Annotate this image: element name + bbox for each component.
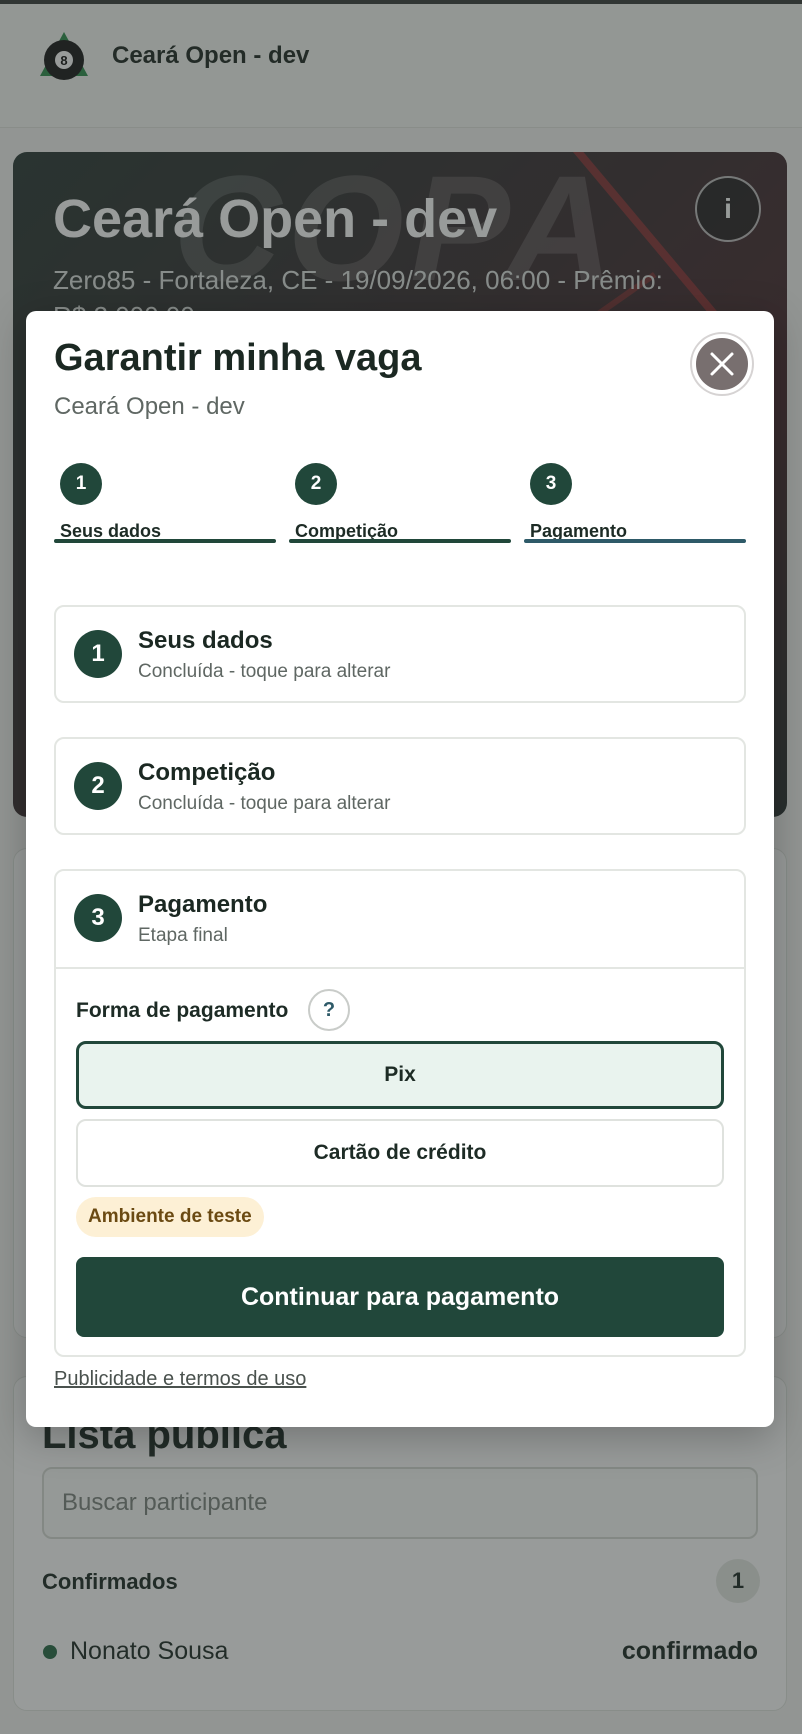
close-button[interactable]: [692, 334, 752, 394]
section-number: 1: [74, 630, 122, 678]
step-competicao[interactable]: 2 Competição: [289, 463, 511, 543]
step-number: 1: [60, 463, 102, 505]
step-number: 3: [530, 463, 572, 505]
close-icon: [710, 352, 734, 376]
stepper: 1 Seus dados 2 Competição 3 Pagamento: [54, 463, 746, 543]
step-seus-dados[interactable]: 1 Seus dados: [54, 463, 276, 543]
step-number: 2: [295, 463, 337, 505]
divider: [56, 967, 744, 969]
payment-option-pix[interactable]: Pix: [76, 1041, 724, 1109]
test-environment-badge: Ambiente de teste: [76, 1197, 264, 1237]
section-number: 2: [74, 762, 122, 810]
section-competicao[interactable]: 2 Competição Concluída - toque para alte…: [54, 737, 746, 835]
section-status: Concluída - toque para alterar: [138, 793, 391, 814]
section-pagamento: 3 Pagamento Etapa final Forma de pagamen…: [54, 869, 746, 1357]
section-status: Etapa final: [138, 925, 228, 946]
section-seus-dados[interactable]: 1 Seus dados Concluída - toque para alte…: [54, 605, 746, 703]
modal-title: Garantir minha vaga: [54, 337, 422, 379]
step-progress-bar: [54, 539, 276, 543]
section-status: Concluída - toque para alterar: [138, 661, 391, 682]
section-title: Seus dados: [138, 627, 273, 654]
continue-to-payment-button[interactable]: Continuar para pagamento: [76, 1257, 724, 1337]
registration-modal: Garantir minha vaga Ceará Open - dev 1 S…: [26, 311, 774, 1427]
modal-subtitle: Ceará Open - dev: [54, 393, 245, 420]
step-progress-bar: [289, 539, 511, 543]
payment-option-credit-card[interactable]: Cartão de crédito: [76, 1119, 724, 1187]
section-number: 3: [74, 894, 122, 942]
step-pagamento[interactable]: 3 Pagamento: [524, 463, 746, 543]
step-progress-bar: [524, 539, 746, 543]
terms-link[interactable]: Publicidade e termos de uso: [54, 1368, 306, 1391]
payment-method-label: Forma de pagamento: [76, 999, 289, 1022]
section-title: Pagamento: [138, 891, 268, 918]
section-title: Competição: [138, 759, 276, 786]
help-button[interactable]: ?: [308, 989, 350, 1031]
